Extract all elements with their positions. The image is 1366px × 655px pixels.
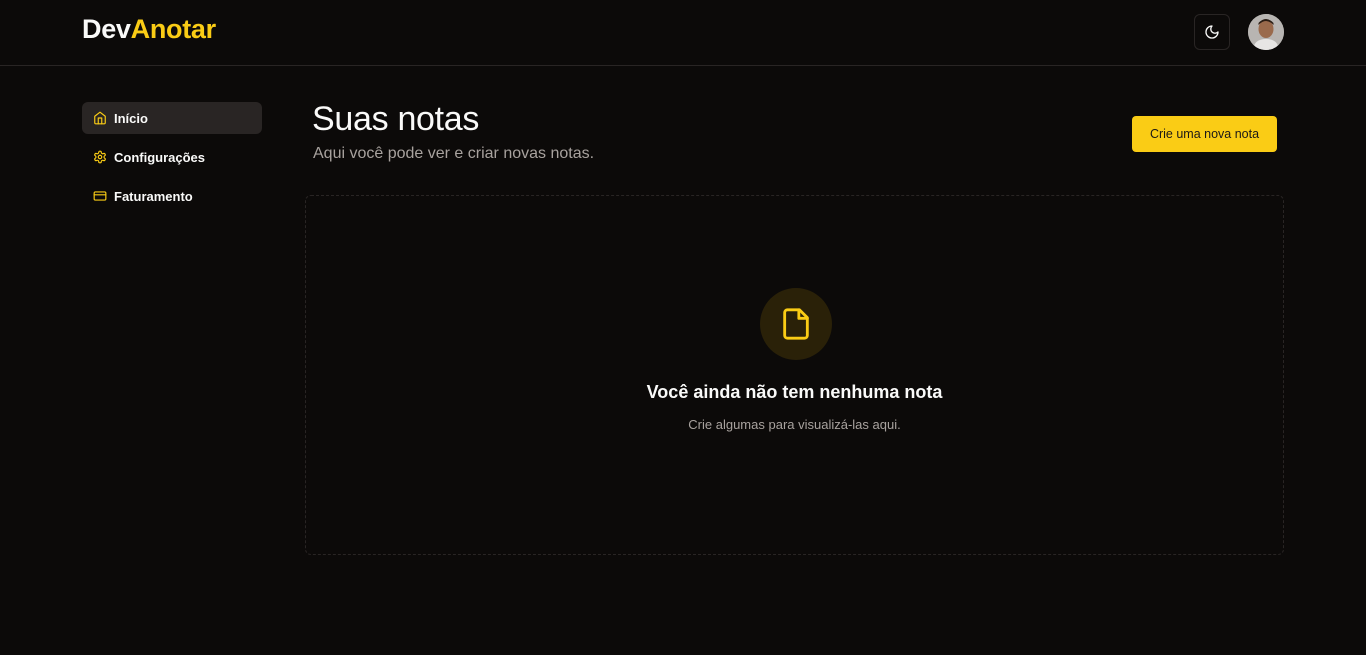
page-title: Suas notas xyxy=(312,100,480,138)
new-note-button[interactable]: Crie uma nova nota xyxy=(1132,116,1277,152)
page-subtitle: Aqui você pode ver e criar novas notas. xyxy=(313,145,595,162)
logo-text-anotar: Anotar xyxy=(130,14,217,44)
top-header: DevAnotar xyxy=(0,0,1366,66)
avatar-image xyxy=(1248,14,1284,50)
moon-icon xyxy=(1205,25,1219,39)
app-logo[interactable]: DevAnotar xyxy=(82,14,216,45)
credit-card-icon xyxy=(93,189,107,203)
logo-text-dev: Dev xyxy=(82,14,131,44)
sidebar-item-inicio[interactable]: Início xyxy=(82,102,262,134)
sidebar-item-faturamento[interactable]: Faturamento xyxy=(82,180,262,212)
home-icon xyxy=(93,111,107,125)
empty-state-panel: Você ainda não tem nenhuma nota Crie alg… xyxy=(305,195,1284,555)
gear-icon xyxy=(93,150,107,164)
empty-state-description: Crie algumas para visualizá-las aqui. xyxy=(688,417,901,432)
theme-toggle-button[interactable] xyxy=(1194,14,1230,50)
sidebar-item-configuracoes[interactable]: Configurações xyxy=(82,141,262,173)
sidebar-nav: Início Configurações Faturamento xyxy=(82,102,262,219)
user-avatar[interactable] xyxy=(1248,14,1284,50)
sidebar-item-label: Faturamento xyxy=(114,188,193,204)
sidebar-item-label: Configurações xyxy=(114,149,206,165)
empty-state-icon-circle xyxy=(760,288,832,360)
empty-state-title: Você ainda não tem nenhuma nota xyxy=(646,382,943,402)
sidebar-item-label: Início xyxy=(114,110,148,126)
file-icon xyxy=(783,308,809,340)
